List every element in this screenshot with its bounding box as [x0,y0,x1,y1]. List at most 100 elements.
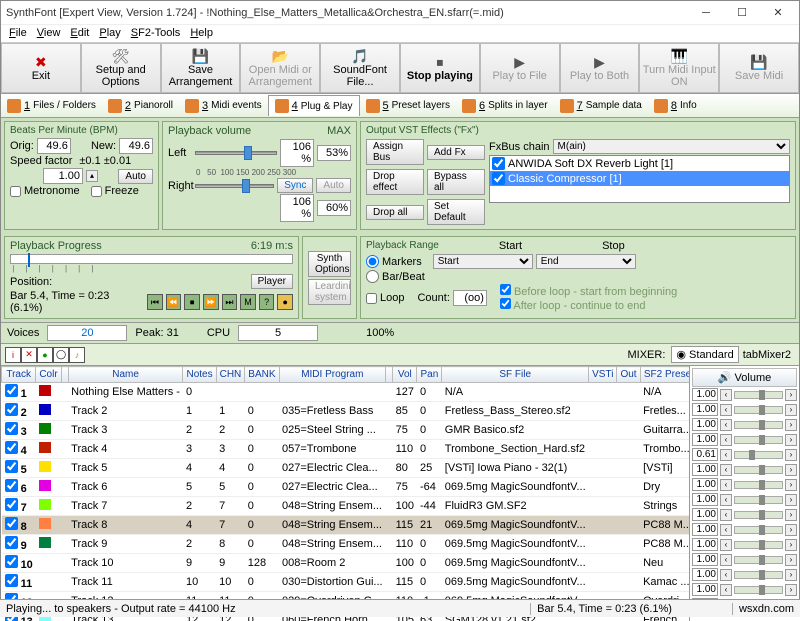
mixer-slider[interactable] [734,511,783,519]
mixer-value[interactable]: 1.00 [692,553,718,566]
track-enable-checkbox[interactable] [5,403,18,416]
table-row[interactable]: 7Track 7270048=String Ensem...100-44Flui… [2,497,690,516]
mixer-value[interactable]: 1.00 [692,493,718,506]
track-enable-checkbox[interactable] [5,441,18,454]
after-loop-checkbox[interactable] [500,298,511,309]
marker-m-button[interactable]: M [240,294,256,310]
col-header[interactable]: MIDI Program [279,367,386,383]
tab--midi-events[interactable]: 3 Midi events [179,96,268,116]
mixer-left[interactable]: ‹ [720,464,732,476]
tab--plug-play[interactable]: 4 Plug & Play [268,95,360,116]
track-enable-checkbox[interactable] [5,479,18,492]
mixer-left[interactable]: ‹ [720,584,732,596]
mixer-left[interactable]: ‹ [720,479,732,491]
mixer-right[interactable]: › [785,464,797,476]
rewind-button[interactable]: ⏪ [166,294,182,310]
mixer-value[interactable]: 1.00 [692,478,718,491]
toolbar-save-arrangement[interactable]: 💾Save Arrangement [161,43,241,93]
mixer-left[interactable]: ‹ [720,494,732,506]
col-header[interactable] [386,367,393,383]
mixer-slider[interactable] [734,586,783,594]
mixer-left[interactable]: ‹ [720,569,732,581]
mixer-left[interactable]: ‹ [720,449,732,461]
synth-options-button[interactable]: Synth Options [308,251,351,277]
rewind-start-button[interactable]: ⏮ [147,294,163,310]
track-enable-checkbox[interactable] [5,517,18,530]
mixer-right[interactable]: › [785,554,797,566]
table-row[interactable]: 2Track 2110035=Fretless Bass850Fretless_… [2,402,690,421]
track-enable-checkbox[interactable] [5,460,18,473]
record-button[interactable]: ● [277,294,293,310]
row-note-icon[interactable]: ♪ [69,347,85,363]
toolbar-play-to-both[interactable]: ▶Play to Both [560,43,640,93]
fx-checkbox[interactable] [492,157,505,170]
row-del-icon[interactable]: i [5,347,21,363]
mixer-value[interactable]: 1.00 [692,508,718,521]
col-header[interactable]: Colr [36,367,61,383]
tab-standard[interactable]: ◉ Standard [671,346,738,363]
col-header[interactable] [61,367,68,383]
track-enable-checkbox[interactable] [5,574,18,587]
menu-sf2-tools[interactable]: SF2-Tools [131,27,181,40]
mixer-right[interactable]: › [785,419,797,431]
track-color[interactable] [39,518,51,529]
loop-checkbox[interactable] [366,293,377,304]
bypass-all-button[interactable]: Bypass all [427,169,485,195]
track-color[interactable] [39,480,51,491]
table-row[interactable]: 10Track 1099128008=Room 21000069.5mg Mag… [2,554,690,573]
mixer-right[interactable]: › [785,494,797,506]
mixer-right[interactable]: › [785,449,797,461]
toolbar-exit[interactable]: ✖Exit [1,43,81,93]
mixer-right[interactable]: › [785,569,797,581]
fx-item[interactable]: Classic Compressor [1] [490,171,789,186]
track-color[interactable] [39,499,51,510]
col-header[interactable]: SF2 Prese [640,367,689,383]
tab--preset-layers[interactable]: 5 Preset layers [360,96,456,116]
set-default-button[interactable]: Set Default [427,199,485,225]
mixer-slider[interactable] [734,571,783,579]
mixer-left[interactable]: ‹ [720,434,732,446]
mixer-value[interactable]: 1.00 [692,403,718,416]
fx-item[interactable]: ANWIDA Soft DX Reverb Light [1] [490,156,789,171]
mixer-value[interactable]: 0.61 [692,448,718,461]
mixer-right[interactable]: › [785,584,797,596]
mixer-value[interactable]: 1.00 [692,463,718,476]
sync-button[interactable]: Sync [277,178,313,193]
mixer-left[interactable]: ‹ [720,419,732,431]
mixer-left[interactable]: ‹ [720,539,732,551]
left-volume-slider[interactable] [195,151,277,155]
menu-view[interactable]: View [37,27,61,40]
tab--files-folders[interactable]: 1 Files / Folders [1,96,102,116]
track-enable-checkbox[interactable] [5,555,18,568]
player-button[interactable]: Player [251,274,293,289]
table-row[interactable]: 3Track 3220025=Steel String ...750GMR Ba… [2,421,690,440]
col-header[interactable]: SF File [442,367,589,383]
track-enable-checkbox[interactable] [5,422,18,435]
freeze-checkbox[interactable] [91,186,102,197]
mixer-slider[interactable] [734,481,783,489]
table-row[interactable]: 1Nothing Else Matters -01270N/AN/A [2,383,690,402]
before-loop-checkbox[interactable] [500,284,511,295]
track-enable-checkbox[interactable] [5,384,18,397]
col-header[interactable]: Track [2,367,36,383]
maximize-button[interactable]: ☐ [726,3,758,23]
mixer-right[interactable]: › [785,434,797,446]
row-x-icon[interactable]: ✕ [21,347,37,363]
assign-bus-button[interactable]: Assign Bus [366,139,424,165]
mixer-value[interactable]: 1.00 [692,433,718,446]
toolbar-save-midi[interactable]: 💾Save Midi [719,43,799,93]
table-row[interactable]: 11Track 1110100030=Distortion Gui...1150… [2,573,690,592]
mixer-right[interactable]: › [785,389,797,401]
menu-edit[interactable]: Edit [70,27,89,40]
col-header[interactable]: BANK [245,367,279,383]
toolbar-soundfont-file-[interactable]: 🎵SoundFont File... [320,43,400,93]
table-row[interactable]: 6Track 6550027=Electric Clea...75-64069.… [2,478,690,497]
mixer-slider[interactable] [734,436,783,444]
forward-end-button[interactable]: ⏭ [222,294,238,310]
mixer-slider[interactable] [734,496,783,504]
mixer-slider[interactable] [734,406,783,414]
tab--pianoroll[interactable]: 2 Pianoroll [102,96,179,116]
table-row[interactable]: 8Track 8470048=String Ensem...11521069.5… [2,516,690,535]
bpm-new-input[interactable]: 49.6 [119,138,153,154]
mixer-slider[interactable] [734,466,783,474]
